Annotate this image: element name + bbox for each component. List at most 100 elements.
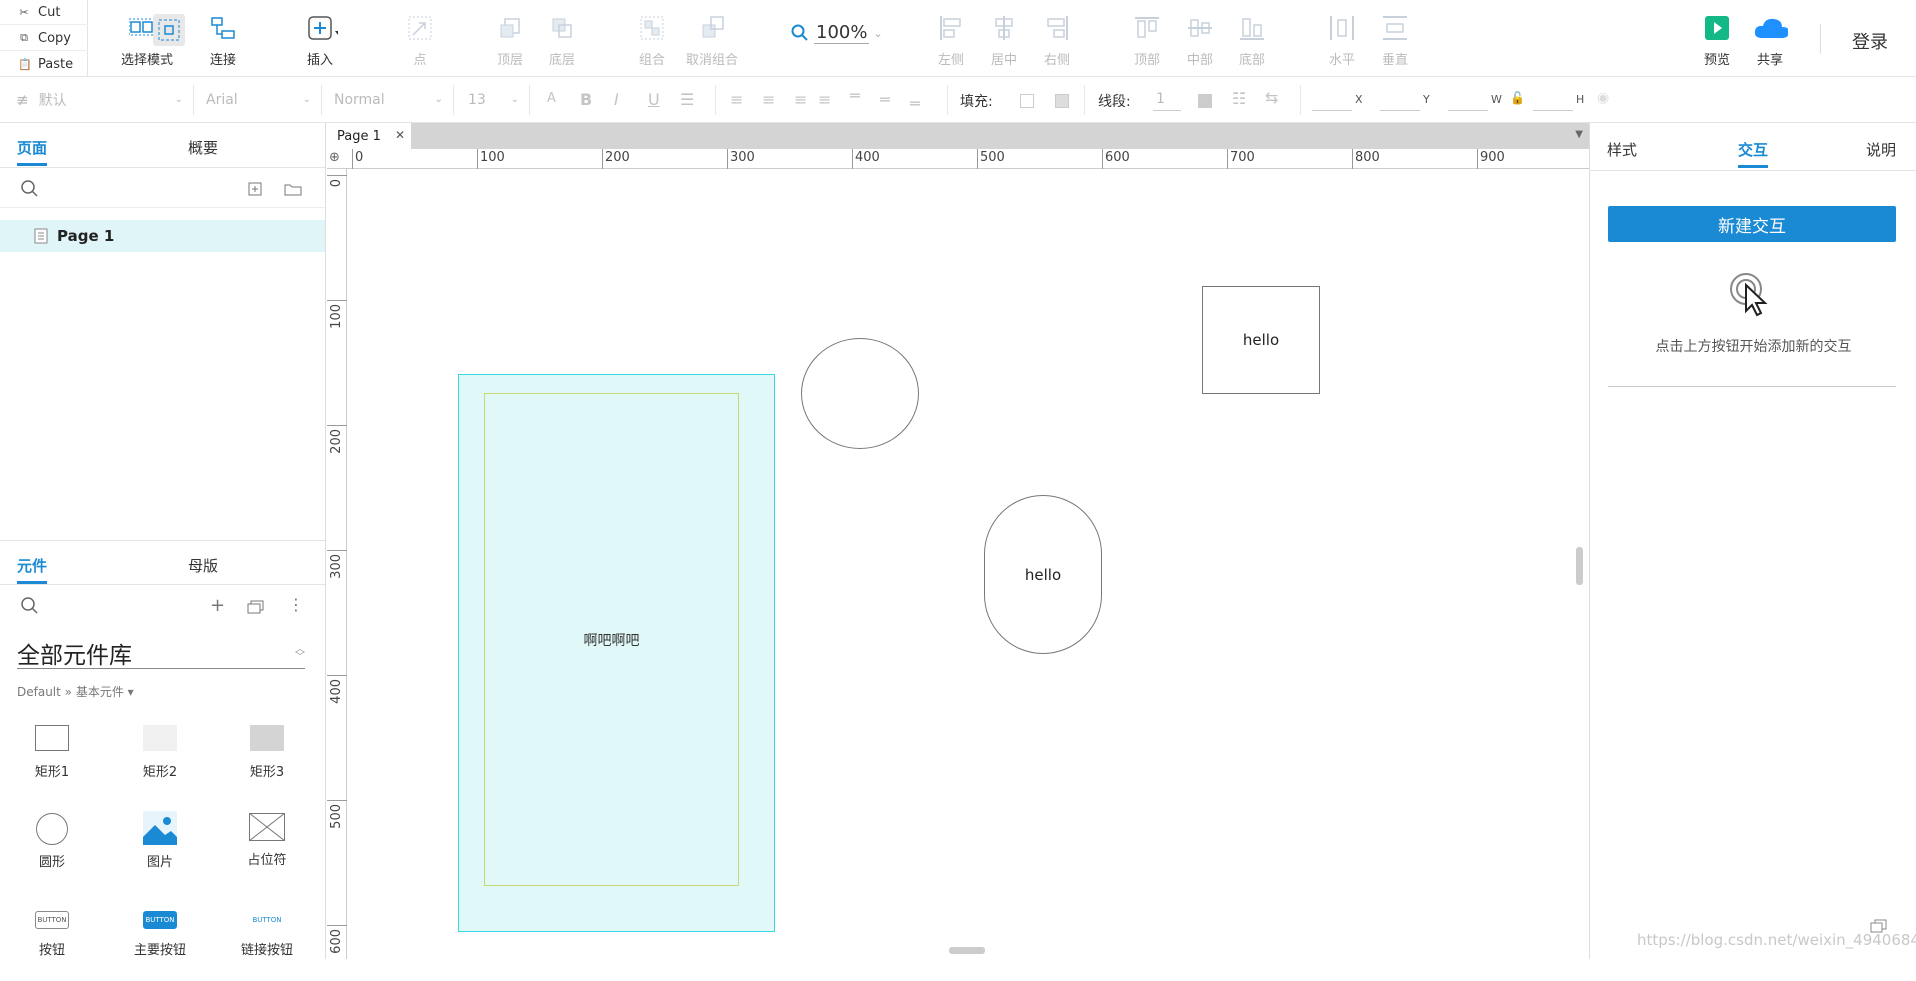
- valign-middle-icon[interactable]: ═: [880, 90, 890, 109]
- connect-icon: [205, 10, 241, 46]
- point-button[interactable]: 点: [390, 10, 450, 70]
- align-left-button[interactable]: 左侧: [921, 10, 981, 70]
- widget-image[interactable]: 图片: [120, 811, 200, 881]
- align-text-left-icon[interactable]: ≡: [730, 90, 743, 109]
- align-middle-icon: [1182, 10, 1218, 46]
- more-options-icon[interactable]: ⋮: [288, 595, 304, 614]
- tab-notes[interactable]: 说明: [1866, 139, 1896, 160]
- insert-button[interactable]: 插入: [290, 10, 350, 70]
- widget-primary-button[interactable]: BUTTON 主要按钮: [120, 911, 200, 981]
- library-select[interactable]: 全部元件库 ︿ ﹀: [17, 636, 305, 669]
- distribute-vertical-button[interactable]: 垂直: [1365, 10, 1425, 70]
- h-input[interactable]: [1533, 110, 1573, 111]
- stroke-width-input[interactable]: 1: [1156, 91, 1165, 107]
- tab-masters[interactable]: 母版: [188, 555, 218, 576]
- paste-button[interactable]: 📋 Paste: [0, 52, 88, 77]
- widget-link-button[interactable]: BUTTON 链接按钮: [227, 911, 307, 981]
- bold-icon[interactable]: B: [580, 90, 592, 109]
- align-right-button[interactable]: 右侧: [1027, 10, 1087, 70]
- add-library-icon[interactable]: +: [210, 595, 225, 616]
- preview-button[interactable]: 预览: [1687, 10, 1747, 70]
- ruler-label: 900: [1480, 150, 1505, 165]
- tab-widgets[interactable]: 元件: [17, 555, 48, 584]
- font-color-icon[interactable]: A: [547, 91, 556, 106]
- fill-shadow-swatch[interactable]: [1055, 94, 1069, 108]
- align-bottom-button[interactable]: 底部: [1222, 10, 1282, 70]
- circle-shape[interactable]: [801, 338, 919, 449]
- send-back-button[interactable]: 底层: [532, 10, 592, 70]
- widget-search-icon[interactable]: [20, 596, 40, 616]
- horizontal-scrollbar[interactable]: [949, 947, 985, 954]
- right-panel: 样式 交互 说明 新建交互 点击上方按钮开始添加新的交互 https://blo…: [1589, 123, 1916, 959]
- add-folder-icon[interactable]: [284, 182, 302, 196]
- page-item[interactable]: Page 1: [0, 220, 325, 252]
- x-input[interactable]: [1312, 110, 1352, 111]
- underline-icon[interactable]: U: [648, 90, 660, 109]
- add-page-icon[interactable]: [248, 182, 262, 196]
- w-input[interactable]: [1448, 110, 1488, 111]
- inner-panel[interactable]: 啊吧啊吧: [484, 393, 739, 886]
- share-button[interactable]: 共享: [1740, 10, 1800, 70]
- dynamic-panel[interactable]: 啊吧啊吧: [458, 374, 775, 932]
- stroke-pattern-icon[interactable]: ☷: [1232, 89, 1246, 108]
- eye-icon[interactable]: ◉: [1597, 90, 1609, 106]
- close-icon[interactable]: ✕: [395, 128, 405, 142]
- align-center-button[interactable]: 居中: [974, 10, 1034, 70]
- distribute-horizontal-button[interactable]: 水平: [1312, 10, 1372, 70]
- font-size-select[interactable]: 13 ⌄: [460, 85, 530, 115]
- stroke-color-swatch[interactable]: [1198, 94, 1212, 108]
- login-link[interactable]: 登录: [1852, 28, 1888, 54]
- tab-interaction[interactable]: 交互: [1738, 139, 1769, 168]
- align-middle-button[interactable]: 中部: [1170, 10, 1230, 70]
- crosshair-icon[interactable]: ⊕: [329, 150, 340, 165]
- italic-icon[interactable]: I: [614, 90, 619, 109]
- widget-rect3[interactable]: 矩形3: [227, 725, 307, 795]
- hello-rect-shape[interactable]: hello: [1202, 286, 1320, 394]
- ruler-label: 400: [329, 679, 344, 704]
- tab-list-dropdown-icon[interactable]: ▼: [1575, 129, 1583, 140]
- ruler-label: 0: [329, 179, 344, 188]
- copy-icon: ⧉: [20, 31, 28, 44]
- bring-front-button[interactable]: 顶层: [480, 10, 540, 70]
- ruler-tick: [327, 800, 347, 801]
- bullet-list-icon[interactable]: ☰: [680, 90, 694, 109]
- align-text-right-icon[interactable]: ≡: [794, 90, 807, 109]
- valign-top-icon[interactable]: ═: [850, 86, 860, 105]
- align-top-button[interactable]: 顶部: [1117, 10, 1177, 70]
- arrow-style-icon[interactable]: ⇆: [1265, 88, 1278, 107]
- y-input[interactable]: [1380, 110, 1420, 111]
- tab-style[interactable]: 样式: [1607, 139, 1637, 160]
- align-text-justify-icon[interactable]: ≡: [818, 90, 831, 109]
- widget-circle[interactable]: 圆形: [12, 813, 92, 883]
- widget-button[interactable]: BUTTON 按钮: [12, 911, 92, 981]
- library-copy-icon[interactable]: [247, 600, 265, 614]
- widget-placeholder[interactable]: 占位符: [227, 813, 307, 883]
- connect-button[interactable]: 连接: [193, 10, 253, 70]
- new-interaction-button[interactable]: 新建交互: [1608, 206, 1896, 242]
- lock-icon[interactable]: 🔓: [1510, 91, 1525, 105]
- search-icon[interactable]: [20, 179, 40, 199]
- style-select[interactable]: ≢ 默认 ⌄: [8, 85, 194, 115]
- hello-capsule-shape[interactable]: hello: [984, 495, 1102, 654]
- vertical-scrollbar[interactable]: [1576, 547, 1583, 585]
- zoom-value[interactable]: 100%: [814, 22, 870, 44]
- widget-rect2[interactable]: 矩形2: [120, 725, 200, 795]
- tab-pages[interactable]: 页面: [17, 137, 48, 166]
- copy-button[interactable]: ⧉ Copy: [0, 26, 88, 51]
- tab-outline[interactable]: 概要: [188, 137, 218, 158]
- play-icon: [1699, 10, 1735, 46]
- font-select[interactable]: Arial ⌄: [198, 85, 322, 115]
- font-weight-select[interactable]: Normal ⌄: [326, 85, 454, 115]
- zoom-control[interactable]: 100% ⌄: [790, 22, 883, 44]
- fill-color-swatch[interactable]: [1020, 94, 1034, 108]
- canvas-page-tab[interactable]: Page 1 ✕: [327, 123, 411, 149]
- align-text-center-icon[interactable]: ≡: [762, 90, 775, 109]
- ungroup-button[interactable]: 取消组合: [682, 10, 742, 70]
- valign-bottom-icon[interactable]: ═: [910, 94, 920, 113]
- library-breadcrumb[interactable]: Default » 基本元件 ▾: [17, 683, 134, 700]
- group-button[interactable]: 组合: [622, 10, 682, 70]
- ruler-tick: [327, 425, 347, 426]
- widget-rect1[interactable]: 矩形1: [12, 725, 92, 795]
- align-right-icon: [1039, 10, 1075, 46]
- cut-button[interactable]: ✂ Cut: [0, 0, 88, 25]
